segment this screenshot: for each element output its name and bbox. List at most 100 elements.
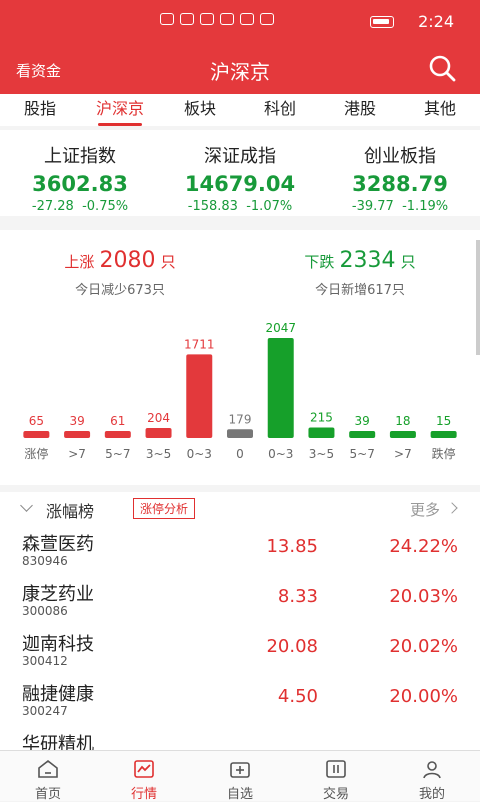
stock-change-pct: 20.00%: [389, 686, 458, 707]
page-title: 沪深京: [210, 60, 270, 84]
chevron-down-icon[interactable]: [20, 499, 33, 512]
stock-row[interactable]: 森萱医药 830946 13.85 24.22%: [0, 524, 480, 574]
gainers-title: 涨幅榜: [46, 502, 95, 521]
index-name: 创业板指: [364, 146, 436, 167]
gainers-header: 涨幅榜 涨停分析 更多: [0, 492, 480, 524]
bar-category-label: 5~7: [105, 447, 130, 461]
bottom-nav: 首页 行情 自选 交易 我的: [0, 750, 480, 802]
bar-category-label: 0: [236, 447, 244, 461]
index-change: -158.83 -1.07%: [187, 199, 293, 214]
stock-name: 融捷健康: [22, 684, 94, 705]
bar-5[interactable]: [227, 429, 253, 438]
bar-value-label: 15: [436, 414, 451, 428]
index-change: -39.77 -1.19%: [351, 199, 449, 214]
stock-price: 13.85: [266, 536, 318, 557]
tab-1[interactable]: 沪深京: [80, 94, 160, 126]
bar-2[interactable]: [104, 431, 131, 438]
stock-code: 300086: [22, 604, 68, 618]
stock-row[interactable]: 融捷健康 300247 4.50 20.00%: [0, 674, 480, 724]
profile-icon: [423, 761, 441, 779]
status-time: 2:24: [418, 12, 454, 31]
status-icons: [160, 13, 274, 25]
bar-value-label: 61: [110, 414, 125, 428]
bar-value-label: 204: [147, 411, 170, 425]
bar-1[interactable]: [64, 431, 91, 438]
tab-3[interactable]: 科创: [240, 94, 320, 126]
scrollbar[interactable]: [476, 240, 480, 355]
stock-price: 4.50: [277, 686, 318, 707]
bar-8[interactable]: [349, 431, 376, 438]
stock-row[interactable]: 康芝药业 300086 8.33 20.03%: [0, 574, 480, 624]
bar-category-label: 0~3: [187, 447, 212, 461]
app-icon: [220, 13, 234, 25]
index-panel: 上证指数 3602.83 -27.28 -0.75% 深证成指 14679.04 -158…: [0, 130, 480, 216]
chevron-right-icon[interactable]: [446, 502, 458, 514]
bar-4[interactable]: [186, 354, 213, 438]
more-link[interactable]: 更多: [410, 499, 440, 520]
index-card-0[interactable]: 上证指数 3602.83 -27.28 -0.75%: [0, 130, 160, 216]
stock-change-pct: 24.22%: [389, 536, 458, 557]
index-value: 14679.04: [184, 172, 296, 196]
bar-0[interactable]: [23, 431, 50, 438]
bar-9[interactable]: [389, 431, 416, 438]
advance-decline-panel: 上涨 2080 只 今日减少673只 下跌 2334 只 今日新增617只 65…: [0, 230, 480, 485]
tab-0[interactable]: 股指: [0, 94, 80, 126]
stock-code: 830946: [22, 554, 68, 568]
stock-price: 20.08: [266, 636, 318, 657]
hd-icon: [160, 13, 174, 25]
bar-category-label: 0~3: [268, 447, 293, 461]
stock-name: 康芝药业: [22, 584, 94, 605]
bar-category-label: 3~5: [309, 447, 334, 461]
stock-row[interactable]: 华研精机: [0, 724, 480, 750]
bar-value-label: 2047: [265, 321, 296, 335]
nav-trade[interactable]: 交易: [288, 751, 384, 802]
top-bar: 看资金 沪深京: [0, 44, 480, 94]
bar-category-label: >7: [68, 447, 86, 461]
bar-7[interactable]: [308, 427, 335, 438]
stock-name: 迦南科技: [22, 634, 94, 655]
stock-row[interactable]: 迦南科技 300412 20.08 20.02%: [0, 624, 480, 674]
market-tabs: 股指 沪深京 板块 科创 港股 其他: [0, 94, 480, 126]
nav-home[interactable]: 首页: [0, 751, 96, 802]
stock-name: 森萱医药: [22, 534, 94, 555]
index-name: 上证指数: [44, 146, 116, 167]
index-name: 深证成指: [204, 146, 276, 167]
index-change: -27.28 -0.75%: [31, 199, 129, 214]
status-bar: 2:24: [0, 0, 480, 44]
bar-value-label: 18: [395, 414, 410, 428]
gainers-list: 涨幅榜 涨停分析 更多 森萱医药 830946 13.85 24.22% 康芝药业 300…: [0, 492, 480, 750]
index-value: 3602.83: [32, 172, 128, 196]
tab-5[interactable]: 其他: [400, 94, 480, 126]
home-icon: [38, 759, 58, 778]
bar-3[interactable]: [145, 428, 172, 438]
bar-category-label: 跌停: [432, 446, 456, 461]
bar-value-label: 39: [355, 414, 370, 428]
bar-category-label: 涨停: [24, 446, 48, 461]
bar-value-label: 1711: [184, 337, 215, 351]
stock-code: 300412: [22, 654, 68, 668]
stock-code: 300247: [22, 704, 68, 718]
trade-icon: [326, 760, 346, 778]
bar-10[interactable]: [430, 431, 457, 438]
stock-change-pct: 20.03%: [389, 586, 458, 607]
nav-market[interactable]: 行情: [96, 751, 192, 802]
bar-value-label: 39: [69, 414, 84, 428]
notification-icon: [200, 13, 214, 25]
signal-icon: [180, 13, 194, 25]
tab-2[interactable]: 板块: [160, 94, 240, 126]
limit-up-analysis-button[interactable]: 涨停分析: [133, 498, 196, 519]
nav-watchlist[interactable]: 自选: [192, 751, 288, 802]
distribution-bar-chart[interactable]: 65 涨停 39 >7 61 5~7 204 3~5 1711 0~3 179 0 2047 0~3 215…: [0, 230, 480, 485]
nav-profile[interactable]: 我的: [384, 751, 480, 802]
search-icon[interactable]: [428, 54, 456, 82]
stock-price: 8.33: [277, 586, 318, 607]
bluetooth-icon: [260, 13, 274, 25]
market-icon: [134, 760, 154, 778]
bar-category-label: 3~5: [146, 447, 171, 461]
index-card-2[interactable]: 创业板指 3288.79 -39.77 -1.19%: [320, 130, 480, 216]
bar-6[interactable]: [267, 338, 294, 438]
index-card-1[interactable]: 深证成指 14679.04 -158.83 -1.07%: [160, 130, 320, 216]
tab-4[interactable]: 港股: [320, 94, 400, 126]
battery-icon: [370, 16, 394, 28]
stock-name: 华研精机: [22, 734, 94, 750]
